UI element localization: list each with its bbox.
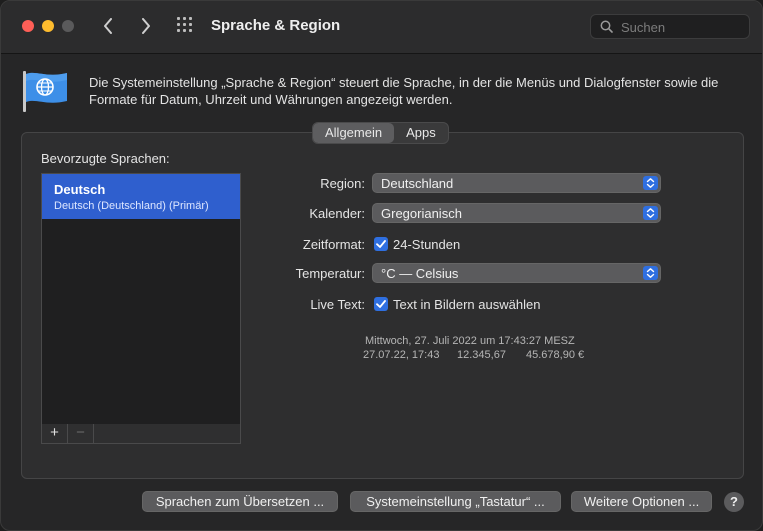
sample-number: 12.345,67 [457,349,506,361]
window-title: Sprache & Region [211,17,341,34]
temperature-label: Temperatur: [295,266,365,281]
sample-short-date: 27.07.22, 17:43 [363,349,440,361]
back-button[interactable] [97,15,119,37]
tab-allgemein[interactable]: Allgemein [313,123,395,143]
chevron-right-icon [142,18,150,34]
globe-flag-icon [23,71,67,112]
region-select[interactable]: Deutschland [372,173,661,193]
live-text-checkbox[interactable] [374,297,388,311]
pane-description: Die Systemeinstellung „Sprache & Region“… [89,75,719,107]
chevron-left-icon [104,18,112,34]
language-name: Deutsch [54,182,106,197]
add-language-button[interactable]: + [42,424,68,443]
zoom-window-button[interactable] [62,20,74,32]
region-label: Region: [320,176,365,191]
live-text-option[interactable]: Text in Bildern auswählen [393,297,540,312]
preferences-window: Sprache & Region Die Systemeinstellung „… [0,0,763,531]
updown-chevron-icon [643,266,658,280]
title-bar: Sprache & Region [1,1,762,54]
keyboard-preferences-button[interactable]: Systemeinstellung „Tastatur“ ... [350,491,561,512]
updown-chevron-icon [643,176,658,190]
language-detail: Deutsch (Deutschland) (Primär) [54,200,209,212]
calendar-value: Gregorianisch [381,206,462,221]
tab-bar: Allgemein Apps [312,122,449,144]
forward-button[interactable] [135,15,157,37]
preferred-languages-list[interactable]: Deutsch Deutsch (Deutschland) (Primär) [41,173,241,425]
search-input[interactable] [619,18,748,37]
help-button[interactable]: ? [724,492,744,512]
remove-language-button[interactable]: − [68,424,94,443]
translate-languages-button[interactable]: Sprachen zum Übersetzen ... [142,491,338,512]
preferred-languages-label: Bevorzugte Sprachen: [41,151,170,166]
search-icon [600,20,613,33]
minimize-window-button[interactable] [42,20,54,32]
time-format-label: Zeitformat: [302,237,365,252]
time-format-option[interactable]: 24-Stunden [393,237,460,252]
search-field[interactable] [590,14,750,39]
temperature-value: °C — Celsius [381,266,459,281]
updown-chevron-icon [643,206,658,220]
calendar-select[interactable]: Gregorianisch [372,203,661,223]
tab-apps[interactable]: Apps [394,123,448,143]
close-window-button[interactable] [22,20,34,32]
list-toolbar: + − [41,424,241,444]
checkmark-icon [376,300,386,308]
list-item[interactable]: Deutsch Deutsch (Deutschland) (Primär) [42,174,240,219]
sample-currency: 45.678,90 € [526,349,585,361]
show-all-grid-icon[interactable] [177,17,197,35]
more-options-button[interactable]: Weitere Optionen ... [571,491,712,512]
temperature-select[interactable]: °C — Celsius [372,263,661,283]
calendar-label: Kalender: [309,206,365,221]
checkmark-icon [376,240,386,248]
time-format-checkbox[interactable] [374,237,388,251]
sample-long-date: Mittwoch, 27. Juli 2022 um 17:43:27 MESZ [365,335,575,347]
region-value: Deutschland [381,176,454,191]
live-text-label: Live Text: [310,297,365,312]
